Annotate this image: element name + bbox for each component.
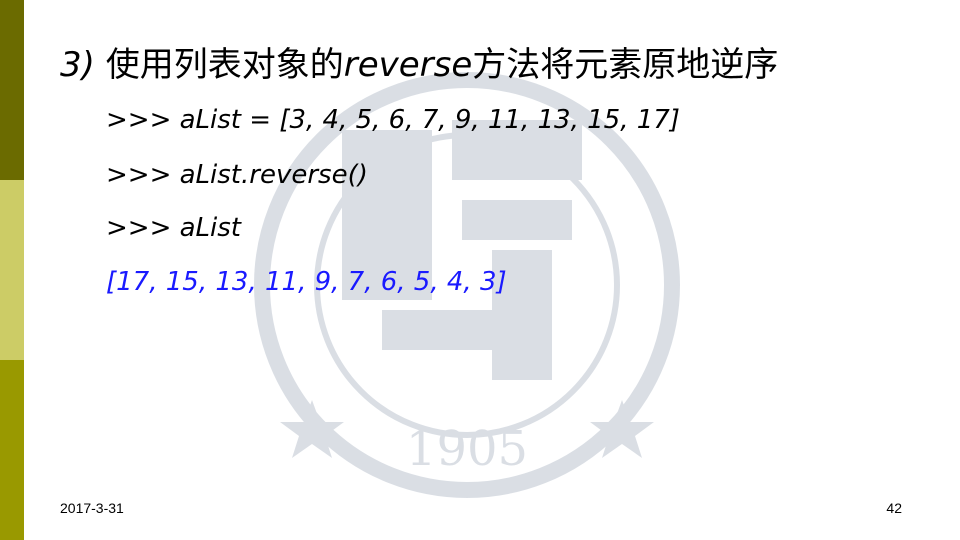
left-decorative-bar bbox=[0, 0, 24, 540]
title-method-name: reverse bbox=[343, 45, 473, 85]
title-suffix: 方法将元素原地逆序 bbox=[472, 45, 779, 85]
code-line-assign: >>> aList = [3, 4, 5, 6, 7, 9, 11, 13, 1… bbox=[106, 105, 680, 135]
code-output-reversed-list: [17, 15, 13, 11, 9, 7, 6, 5, 4, 3] bbox=[106, 267, 507, 297]
code-line-show-list: >>> aList bbox=[106, 213, 242, 243]
sidebar-segment-bottom bbox=[0, 360, 24, 540]
sidebar-segment-middle bbox=[0, 180, 24, 360]
title-prefix: 使用列表对象的 bbox=[105, 45, 344, 85]
sidebar-segment-top bbox=[0, 0, 24, 180]
title-number: 3) bbox=[60, 45, 95, 85]
page-number: 42 bbox=[886, 500, 902, 516]
watermark-year: 1905 bbox=[406, 421, 528, 477]
footer-date: 2017-3-31 bbox=[60, 500, 124, 516]
code-line-reverse-call: >>> aList.reverse() bbox=[106, 160, 368, 190]
slide-title: 3) 使用列表对象的reverse方法将元素原地逆序 bbox=[60, 40, 778, 90]
